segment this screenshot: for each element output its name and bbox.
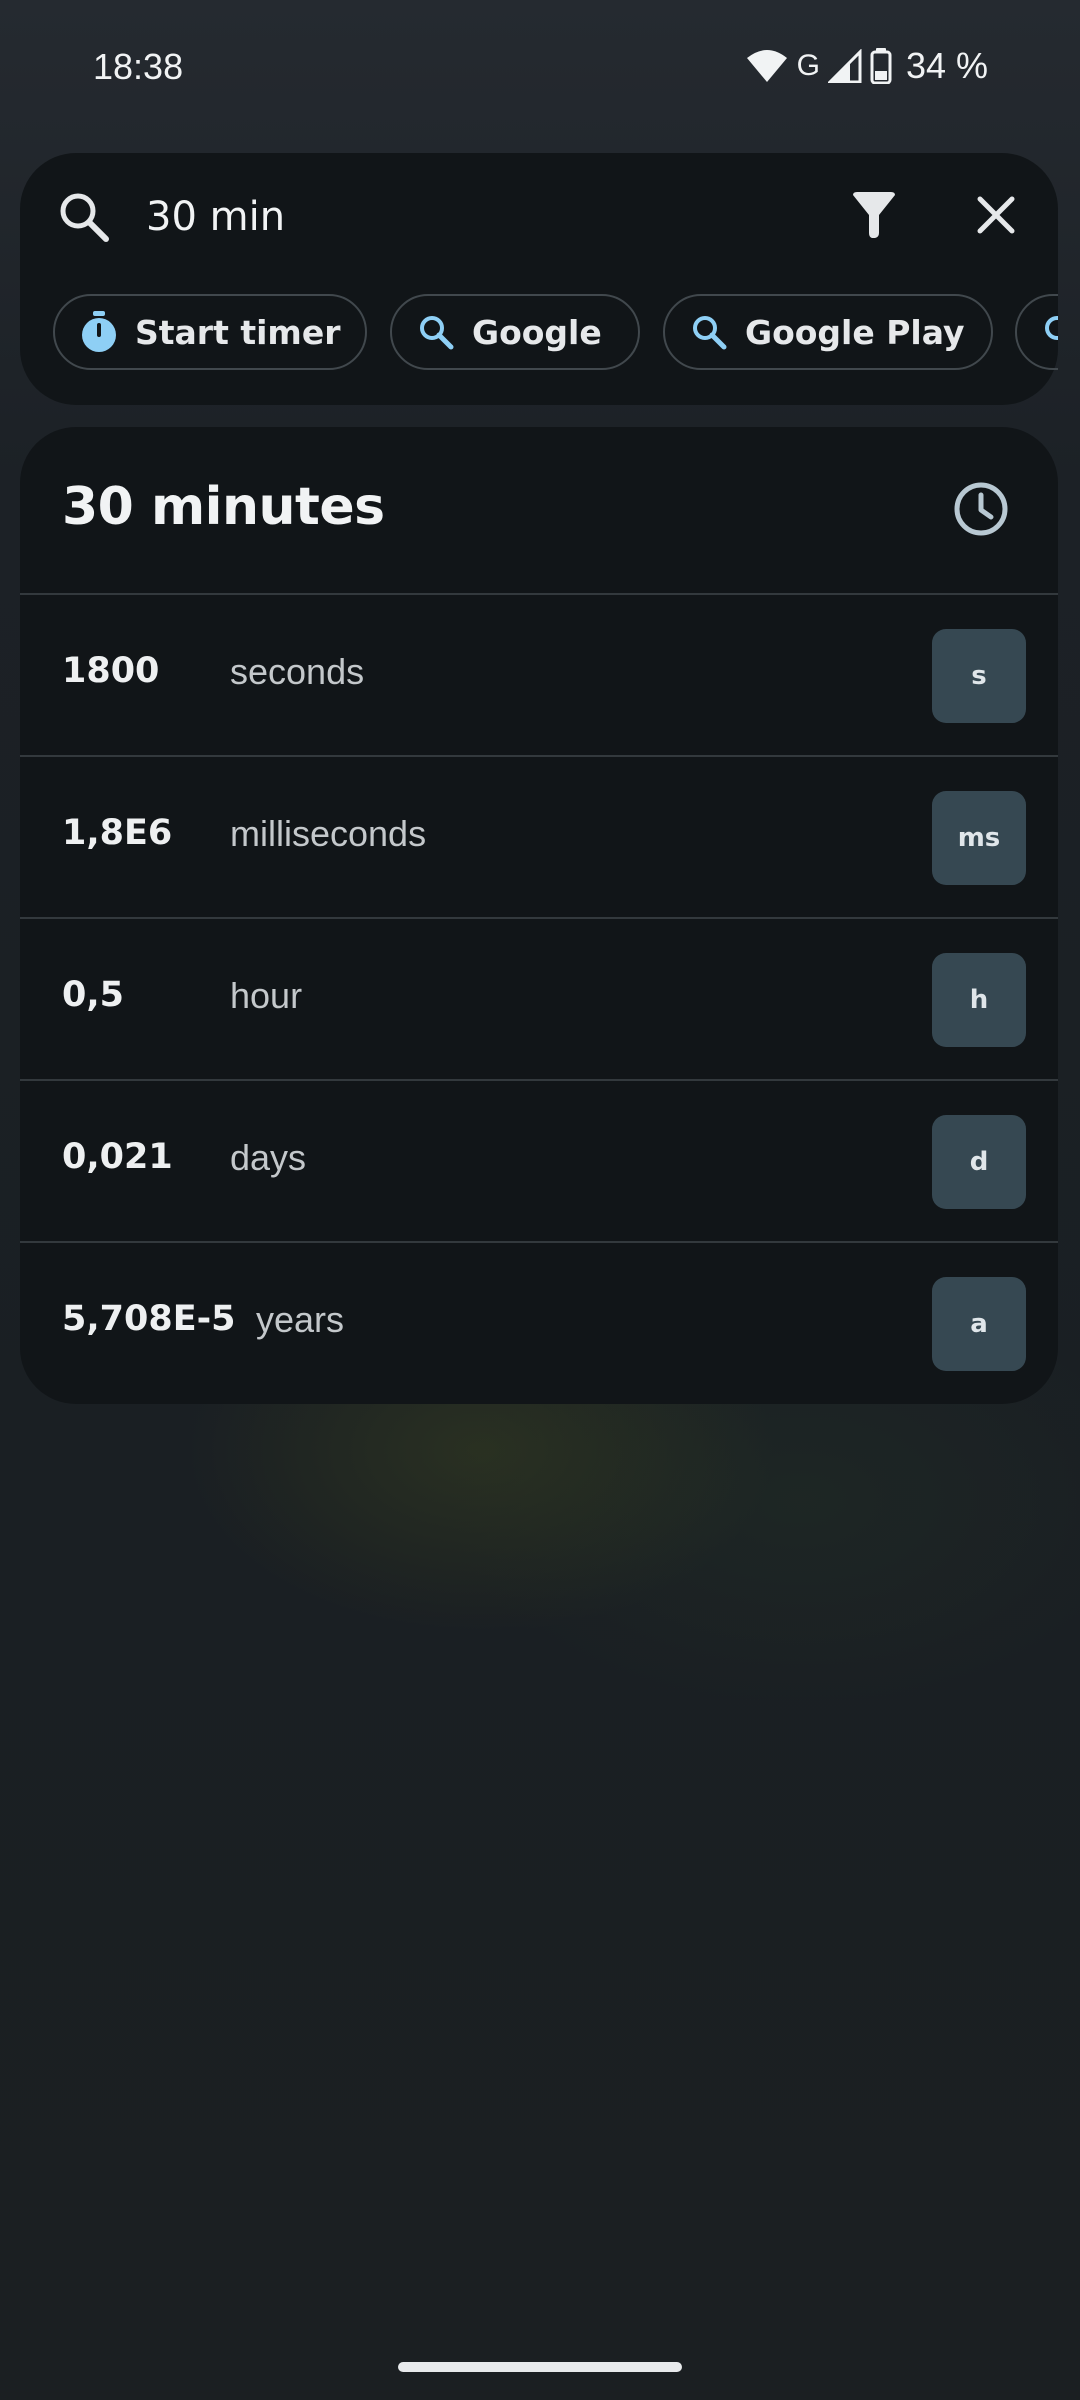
result-header: 30 minutes: [20, 427, 1058, 595]
conversion-value: 1800: [62, 651, 160, 691]
conversion-row[interactable]: 1800 seconds s: [20, 595, 1058, 757]
more-chip[interactable]: [1015, 294, 1058, 370]
google-search-chip[interactable]: Google: [390, 294, 640, 370]
conversion-unit: years: [256, 1299, 345, 1340]
action-chips: Start timer Google Google Play: [20, 290, 1058, 376]
chip-label: Start timer: [135, 312, 341, 352]
conversion-unit: days: [230, 1137, 307, 1178]
search-icon: [689, 312, 729, 352]
search-input[interactable]: [146, 187, 706, 247]
unit-symbol-badge: d: [932, 1115, 1026, 1209]
search-icon: [1041, 312, 1058, 352]
gesture-navigation-handle[interactable]: [398, 2362, 682, 2372]
unit-symbol-badge: ms: [932, 791, 1026, 885]
status-bar: 18:38 G 34 %: [0, 0, 1080, 130]
status-icons: G 34 %: [746, 44, 988, 88]
google-play-search-chip[interactable]: Google Play: [663, 294, 993, 370]
conversion-value: 0,5: [62, 975, 125, 1015]
result-title: 30 minutes: [62, 477, 385, 537]
close-icon: [976, 195, 1016, 240]
clock-icon: [953, 481, 1009, 542]
battery-percentage: 34 %: [905, 45, 988, 86]
chip-label: Google: [472, 312, 602, 352]
wifi-icon: [746, 49, 787, 83]
filter-button[interactable]: [842, 185, 906, 249]
conversion-value: 0,021: [62, 1137, 173, 1177]
conversion-value: 5,708E-5: [62, 1299, 236, 1339]
conversion-row[interactable]: 5,708E-5 years a: [20, 1243, 1058, 1404]
status-time: 18:38: [93, 46, 184, 87]
unit-symbol-badge: h: [932, 953, 1026, 1047]
conversion-unit: seconds: [230, 651, 365, 692]
conversion-unit: milliseconds: [230, 813, 427, 854]
search-icon: [416, 312, 456, 352]
clear-search-button[interactable]: [964, 185, 1028, 249]
search-icon: [56, 189, 112, 245]
network-type-label: G: [796, 49, 820, 82]
unit-symbol-badge: a: [932, 1277, 1026, 1371]
battery-icon: [870, 48, 892, 84]
unit-conversion-card: 30 minutes 1800 seconds s 1,8E6 millisec…: [20, 427, 1058, 1404]
cellular-signal-icon: [827, 49, 862, 83]
conversion-value: 1,8E6: [62, 813, 173, 853]
search-bar: [20, 153, 1058, 279]
conversion-unit: hour: [230, 975, 303, 1016]
conversion-row[interactable]: 1,8E6 milliseconds ms: [20, 757, 1058, 919]
conversion-row[interactable]: 0,021 days d: [20, 1081, 1058, 1243]
search-card: Start timer Google Google Play: [20, 153, 1058, 405]
filter-icon: [851, 191, 897, 244]
unit-symbol-badge: s: [932, 629, 1026, 723]
timer-icon: [79, 311, 119, 352]
conversion-row[interactable]: 0,5 hour h: [20, 919, 1058, 1081]
start-timer-chip[interactable]: Start timer: [53, 294, 367, 370]
chip-label: Google Play: [745, 312, 965, 352]
history-button[interactable]: [950, 480, 1012, 542]
